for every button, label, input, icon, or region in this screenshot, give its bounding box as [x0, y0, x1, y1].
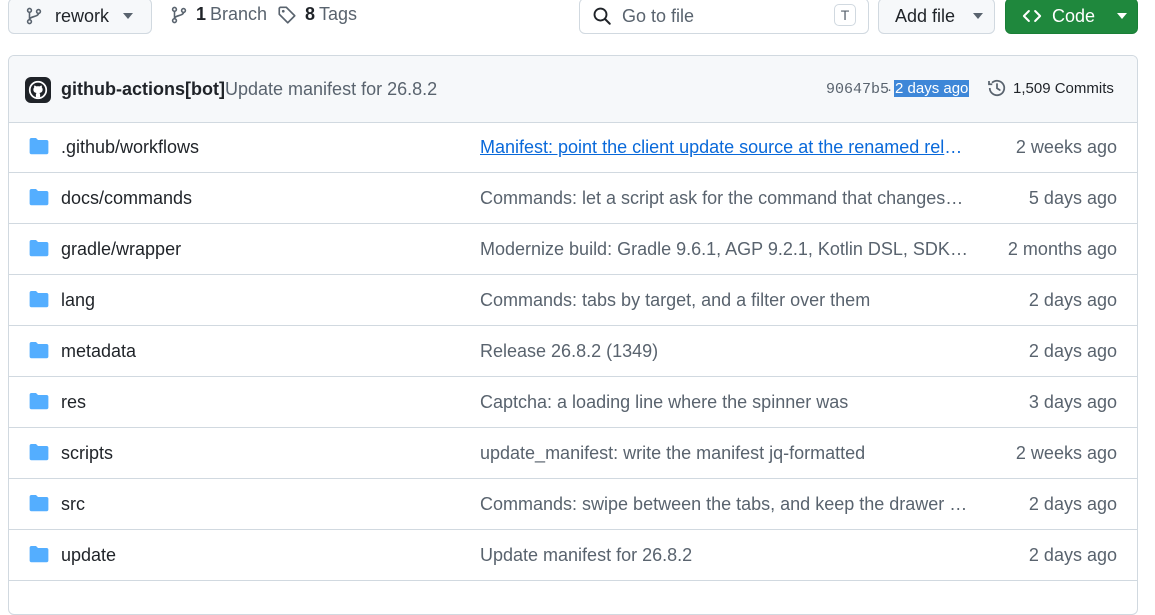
repo-toolbar: rework 1 Branch 8 Tags T Add file Code	[0, 0, 1155, 42]
folder-icon	[29, 138, 49, 155]
commit-date: 2 weeks ago	[1015, 137, 1117, 157]
commit-message-link[interactable]: Captcha: a loading line where the spinne…	[480, 392, 968, 413]
branch-select-button[interactable]: rework	[8, 0, 152, 34]
file-browser: github-actions[bot] Update manifest for …	[8, 55, 1138, 615]
commit-message-link[interactable]: Manifest: point the client update source…	[480, 137, 968, 158]
table-row[interactable]: gradle/wrapper Modernize build: Gradle 9…	[9, 224, 1137, 275]
commit-message-link[interactable]: Commands: tabs by target, and a filter o…	[480, 290, 968, 311]
commit-author[interactable]: github-actions[bot]	[61, 79, 225, 100]
folder-icon	[29, 291, 49, 308]
add-file-label: Add file	[895, 5, 956, 26]
table-row[interactable]: update Update manifest for 26.8.2 2 days…	[9, 530, 1137, 581]
git-branch-icon	[26, 7, 42, 25]
tag-count: 8	[305, 4, 316, 24]
file-name[interactable]: update	[61, 545, 116, 566]
search-icon	[593, 7, 611, 25]
commit-date: 2 days ago	[1028, 341, 1117, 361]
code-icon	[1022, 10, 1042, 22]
folder-icon	[29, 240, 49, 257]
chevron-down-icon	[973, 13, 984, 19]
file-name[interactable]: src	[61, 494, 85, 515]
file-name[interactable]: gradle/wrapper	[61, 239, 181, 260]
commit-date: 3 days ago	[1028, 392, 1117, 412]
folder-icon	[29, 546, 49, 563]
commit-message[interactable]: Update manifest for 26.8.2	[225, 79, 437, 100]
file-name[interactable]: metadata	[61, 341, 136, 362]
code-button[interactable]: Code	[1005, 0, 1138, 34]
git-branch-icon	[171, 6, 187, 23]
commit-date: 2 days ago	[1028, 494, 1117, 514]
add-file-button[interactable]: Add file	[878, 0, 995, 34]
github-logo-icon	[28, 80, 48, 100]
separator-dot: ·	[887, 81, 892, 98]
commit-date: 2 months ago	[1007, 239, 1117, 259]
commits-history-link[interactable]: 1,509 Commits	[987, 78, 1114, 98]
commit-date: 2 days ago	[1028, 290, 1117, 310]
branch-label: Branch	[210, 4, 268, 24]
branch-count: 1	[196, 4, 207, 24]
latest-commit-bar: github-actions[bot] Update manifest for …	[9, 56, 1137, 123]
commit-date: 2 days ago	[1028, 545, 1117, 565]
file-name[interactable]: .github/workflows	[61, 137, 199, 158]
table-row[interactable]: metadata Release 26.8.2 (1349) 2 days ag…	[9, 326, 1137, 377]
commit-message-link[interactable]: Commands: let a script ask for the comma…	[480, 188, 968, 209]
tag-icon	[278, 5, 296, 24]
folder-icon	[29, 444, 49, 461]
commit-message-link[interactable]: Commands: swipe between the tabs, and ke…	[480, 494, 968, 515]
search-input[interactable]	[620, 4, 824, 28]
file-name[interactable]: scripts	[61, 443, 113, 464]
branches-link[interactable]: 1 Branch	[170, 4, 267, 25]
branch-name: rework	[55, 5, 110, 26]
commit-message-link[interactable]: Modernize build: Gradle 9.6.1, AGP 9.2.1…	[480, 239, 968, 260]
commit-message-link[interactable]: Update manifest for 26.8.2	[480, 545, 968, 566]
table-row[interactable]: .github/workflows Manifest: point the cl…	[9, 122, 1137, 173]
table-row[interactable]: res Captcha: a loading line where the sp…	[9, 377, 1137, 428]
table-row[interactable]: lang Commands: tabs by target, and a fil…	[9, 275, 1137, 326]
file-name[interactable]: lang	[61, 290, 95, 311]
table-row[interactable]: docs/commands Commands: let a script ask…	[9, 173, 1137, 224]
commit-count: 1,509 Commits	[1013, 79, 1114, 97]
tags-link[interactable]: 8 Tags	[277, 4, 357, 25]
folder-icon	[29, 342, 49, 359]
history-icon	[988, 79, 1006, 97]
commit-date: 2 weeks ago	[1015, 443, 1117, 463]
folder-icon	[29, 393, 49, 410]
commit-message-link[interactable]: update_manifest: write the manifest jq-f…	[480, 443, 968, 464]
search-shortcut-hint: T	[834, 4, 856, 26]
commit-time: 2 days ago	[894, 80, 970, 97]
avatar[interactable]	[25, 77, 51, 103]
table-row[interactable]: scripts update_manifest: write the manif…	[9, 428, 1137, 479]
file-name[interactable]: docs/commands	[61, 188, 192, 209]
folder-icon	[29, 495, 49, 512]
chevron-down-icon	[1117, 13, 1128, 19]
commit-message-link[interactable]: Release 26.8.2 (1349)	[480, 341, 968, 362]
code-label: Code	[1052, 5, 1096, 26]
tag-label: Tags	[319, 4, 358, 24]
commit-date: 5 days ago	[1028, 188, 1117, 208]
chevron-down-icon	[123, 13, 134, 19]
go-to-file-search[interactable]: T	[579, 0, 869, 34]
table-row[interactable]: src Commands: swipe between the tabs, an…	[9, 479, 1137, 530]
file-name[interactable]: res	[61, 392, 86, 413]
folder-icon	[29, 189, 49, 206]
commit-sha[interactable]: 90647b5	[826, 81, 889, 98]
